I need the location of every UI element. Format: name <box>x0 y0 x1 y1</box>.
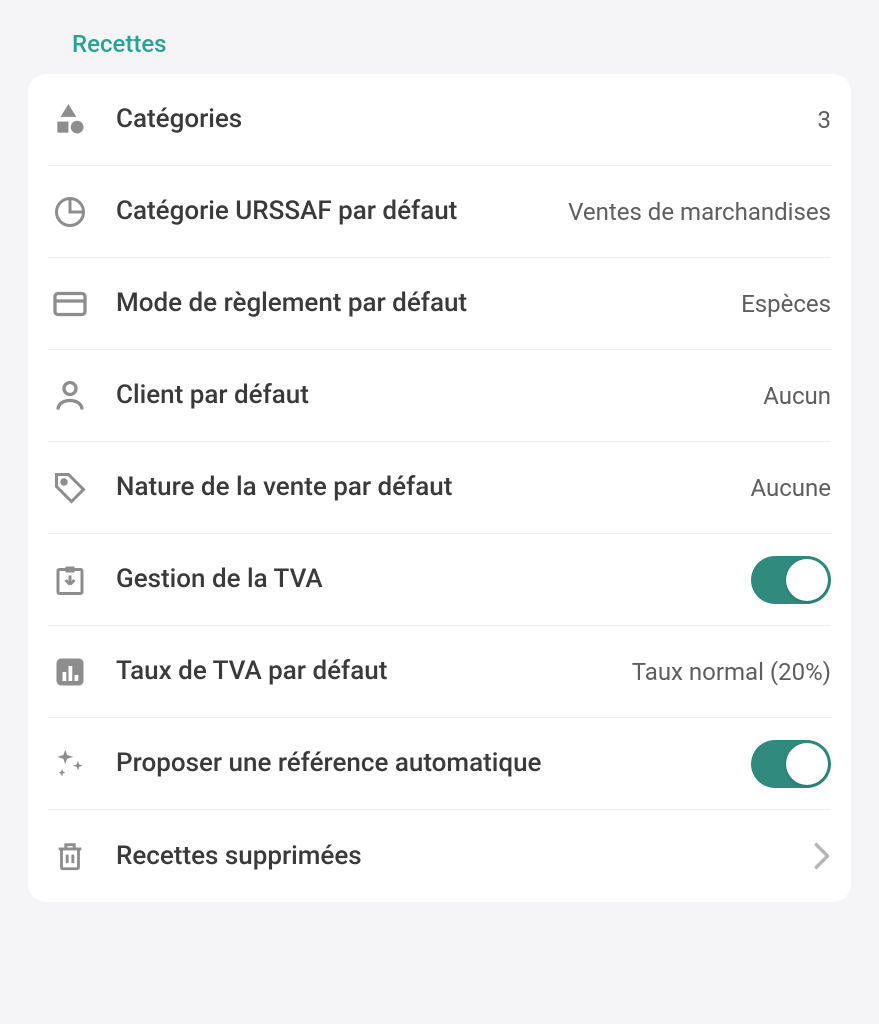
trash-icon <box>48 839 92 873</box>
row-tva-rate[interactable]: Taux de TVA par défaut Taux normal (20%) <box>48 626 831 718</box>
row-value: Aucune <box>750 474 831 502</box>
row-urssaf[interactable]: Catégorie URSSAF par défaut Ventes de ma… <box>48 166 831 258</box>
tag-icon <box>48 470 92 506</box>
section-title: Recettes <box>72 30 851 58</box>
row-client[interactable]: Client par défaut Aucun <box>48 350 831 442</box>
row-value: Aucun <box>763 382 831 410</box>
toggle-autoref[interactable] <box>751 740 831 788</box>
row-label: Recettes supprimées <box>116 840 789 873</box>
row-tva: Gestion de la TVA <box>48 534 831 626</box>
row-label: Catégorie URSSAF par défaut <box>116 195 544 228</box>
chevron-right-icon <box>813 842 831 870</box>
row-categories[interactable]: Catégories 3 <box>48 74 831 166</box>
row-payment[interactable]: Mode de règlement par défaut Espèces <box>48 258 831 350</box>
pie-chart-icon <box>48 194 92 230</box>
row-value: Taux normal (20%) <box>632 658 831 686</box>
person-icon <box>48 378 92 414</box>
row-label: Mode de règlement par défaut <box>116 287 717 320</box>
row-label: Taux de TVA par défaut <box>116 655 608 688</box>
row-label: Proposer une référence automatique <box>116 747 727 780</box>
toggle-tva[interactable] <box>751 556 831 604</box>
row-label: Gestion de la TVA <box>116 563 727 596</box>
row-autoref: Proposer une référence automatique <box>48 718 831 810</box>
row-label: Client par défaut <box>116 379 739 412</box>
settings-card: Catégories 3 Catégorie URSSAF par défaut… <box>28 74 851 902</box>
shapes-icon <box>48 101 92 139</box>
credit-card-icon <box>48 286 92 322</box>
download-box-icon <box>48 562 92 598</box>
row-nature[interactable]: Nature de la vente par défaut Aucune <box>48 442 831 534</box>
row-value: 3 <box>818 106 832 134</box>
row-value: Espèces <box>741 290 831 318</box>
row-label: Nature de la vente par défaut <box>116 471 726 504</box>
row-deleted[interactable]: Recettes supprimées <box>48 810 831 902</box>
bar-chart-icon <box>48 654 92 690</box>
row-label: Catégories <box>116 103 794 136</box>
sparkles-icon <box>48 745 92 783</box>
row-value: Ventes de marchandises <box>568 198 831 226</box>
